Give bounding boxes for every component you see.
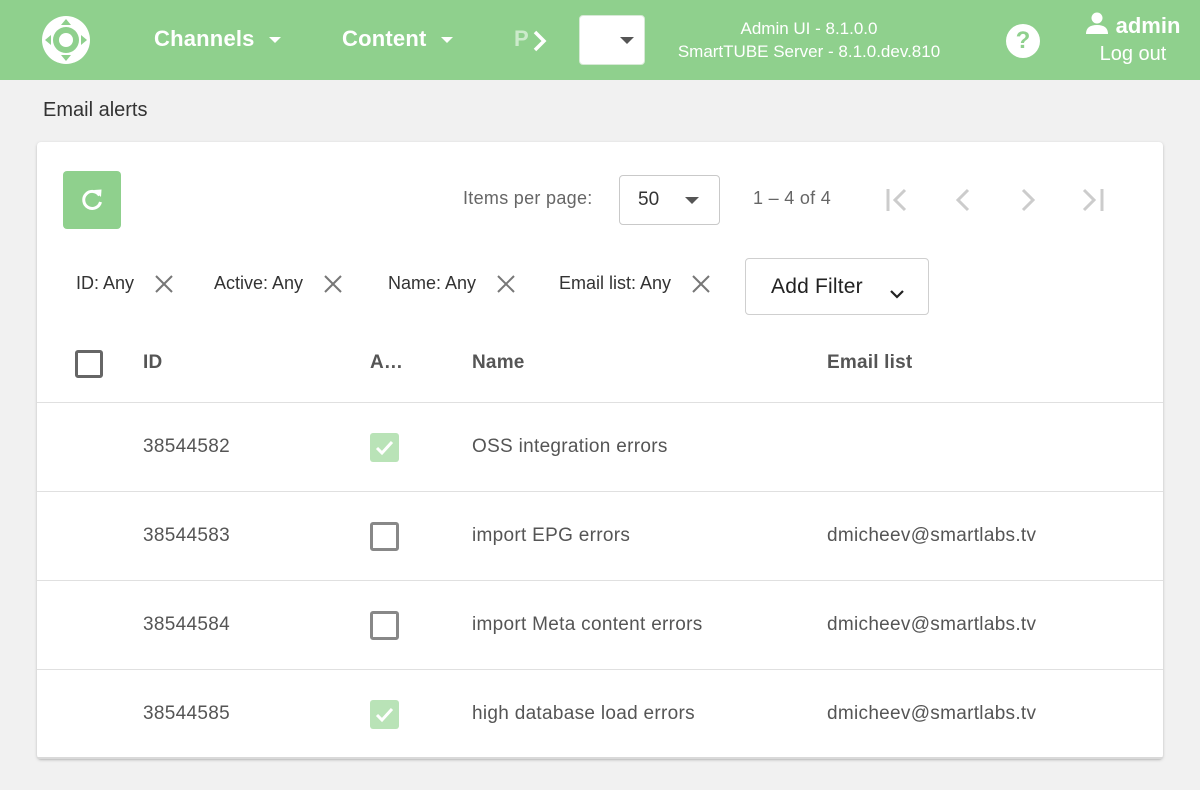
header-select[interactable]: [579, 15, 645, 65]
row-email: dmicheev@smartlabs.tv: [827, 614, 1037, 635]
top-header: Channels Content P Admin UI - 8.1.0.0 Sm…: [0, 0, 1200, 80]
caret-down-icon: [620, 37, 634, 44]
filter-email-label: Email list: Any: [559, 273, 672, 293]
nav-content[interactable]: Content: [342, 26, 453, 52]
user-menu: admin Log out: [1078, 12, 1188, 66]
select-all-checkbox[interactable]: [75, 350, 103, 378]
row-name: OSS integration errors: [472, 436, 668, 457]
table-row[interactable]: 38544584 import Meta content errors dmic…: [37, 580, 1163, 669]
nav-channels[interactable]: Channels: [154, 26, 281, 52]
page-title: Email alerts: [43, 99, 148, 121]
items-per-page-select[interactable]: 50: [619, 175, 720, 225]
refresh-icon: [82, 189, 102, 210]
row-id: 38544585: [143, 703, 230, 724]
filter-active-label: Active: Any: [214, 273, 304, 293]
items-per-page-label: Items per page:: [463, 188, 593, 208]
column-header-id[interactable]: ID: [143, 352, 162, 374]
row-name: import Meta content errors: [472, 614, 703, 635]
table-row[interactable]: 38544583 import EPG errors dmicheev@smar…: [37, 491, 1163, 580]
row-name: high database load errors: [472, 703, 695, 724]
check-icon: [375, 440, 394, 456]
add-filter-label: Add Filter: [771, 274, 863, 298]
chevron-down-icon: [890, 281, 904, 305]
last-page-icon: [1082, 188, 1104, 212]
column-header-email[interactable]: Email list: [827, 352, 912, 374]
add-filter-button[interactable]: Add Filter: [745, 258, 929, 315]
chevron-left-icon: [955, 188, 970, 212]
help-icon[interactable]: ?: [1006, 24, 1040, 58]
nav-scroll-right-icon[interactable]: [532, 30, 548, 57]
active-checkbox-checked: [370, 700, 399, 729]
alerts-card: Items per page: 50 1 – 4 of 4 ID: Any Ac…: [37, 142, 1163, 759]
filter-name-chip[interactable]: Name: Any: [388, 273, 516, 294]
row-name: import EPG errors: [472, 525, 631, 546]
close-icon[interactable]: [323, 274, 343, 294]
server-version: SmartTUBE Server - 8.1.0.dev.810: [677, 42, 941, 61]
card-bottom-border: [37, 757, 1163, 759]
filter-id-label: ID: Any: [76, 273, 135, 293]
row-id: 38544582: [143, 436, 230, 457]
user-name: admin: [1115, 12, 1181, 38]
nav-content-label: Content: [342, 26, 427, 51]
row-email: dmicheev@smartlabs.tv: [827, 525, 1037, 546]
first-page-button[interactable]: [882, 184, 914, 216]
filter-id-chip[interactable]: ID: Any: [76, 273, 174, 294]
first-page-icon: [886, 188, 907, 212]
close-icon[interactable]: [691, 274, 711, 294]
page-range-label: 1 – 4 of 4: [753, 188, 832, 208]
row-id: 38544583: [143, 525, 230, 546]
row-id: 38544584: [143, 614, 230, 635]
close-icon[interactable]: [496, 274, 516, 294]
active-checkbox-checked: [370, 433, 399, 462]
filter-name-label: Name: Any: [388, 273, 477, 293]
table-row[interactable]: 38544585 high database load errors dmich…: [37, 669, 1163, 758]
refresh-button[interactable]: [63, 171, 121, 229]
column-header-name[interactable]: Name: [472, 352, 525, 374]
admin-ui-version: Admin UI - 8.1.0.0: [740, 19, 878, 38]
dpad-logo-icon[interactable]: [42, 16, 90, 64]
active-checkbox-unchecked: [370, 611, 399, 640]
caret-down-icon: [685, 197, 699, 204]
next-page-button[interactable]: [1012, 184, 1044, 216]
logout-link[interactable]: Log out: [1078, 43, 1188, 66]
prev-page-button[interactable]: [947, 184, 979, 216]
close-icon[interactable]: [154, 274, 174, 294]
last-page-button[interactable]: [1077, 184, 1109, 216]
items-per-page-value: 50: [638, 189, 660, 210]
nav-channels-label: Channels: [154, 26, 255, 51]
table-row[interactable]: 38544582 OSS integration errors: [37, 402, 1163, 491]
column-header-active[interactable]: A…: [370, 352, 403, 374]
check-icon: [375, 707, 394, 723]
row-email: dmicheev@smartlabs.tv: [827, 703, 1037, 724]
nav-truncated-item[interactable]: P: [514, 26, 529, 52]
filter-email-chip[interactable]: Email list: Any: [559, 273, 711, 294]
caret-down-icon: [268, 37, 281, 43]
chevron-right-icon: [1021, 188, 1036, 212]
user-icon: [1085, 12, 1108, 39]
active-checkbox-unchecked: [370, 522, 399, 551]
version-info: Admin UI - 8.1.0.0 SmartTUBE Server - 8.…: [660, 17, 958, 63]
filter-active-chip[interactable]: Active: Any: [214, 273, 343, 294]
caret-down-icon: [440, 37, 453, 43]
